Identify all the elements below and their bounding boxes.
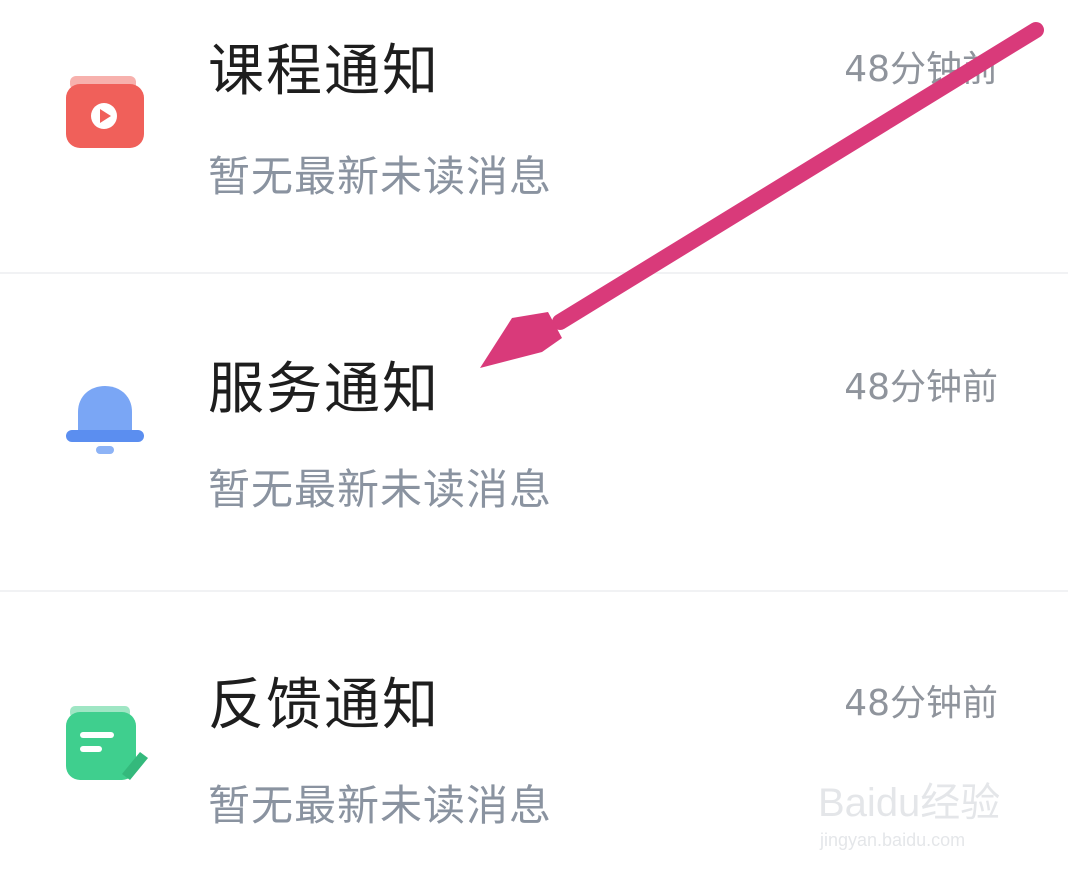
notification-subtitle: 暂无最新未读消息 xyxy=(208,152,553,201)
notification-time: 48分钟前 xyxy=(844,49,998,90)
bell-icon xyxy=(60,374,150,464)
watermark-url: jingyan.baidu.com xyxy=(820,830,966,850)
notification-item-course[interactable]: 课程通知 暂无最新未读消息 48分钟前 xyxy=(0,0,1068,272)
notification-item-service[interactable]: 服务通知 暂无最新未读消息 48分钟前 xyxy=(0,274,1068,590)
watermark-logo: Baidu经验 jingyan.baidu.com xyxy=(818,770,1018,860)
notification-title: 服务通知 xyxy=(208,357,440,422)
notification-subtitle: 暂无最新未读消息 xyxy=(208,781,553,830)
feedback-note-icon xyxy=(60,700,150,790)
notification-title: 课程通知 xyxy=(208,39,440,104)
notification-time: 48分钟前 xyxy=(844,683,998,724)
notification-title: 反馈通知 xyxy=(208,673,440,738)
notification-subtitle: 暂无最新未读消息 xyxy=(208,465,553,514)
video-play-icon xyxy=(60,70,150,160)
notification-time: 48分钟前 xyxy=(844,367,998,408)
watermark-brand: Baidu经验 xyxy=(818,781,1001,825)
